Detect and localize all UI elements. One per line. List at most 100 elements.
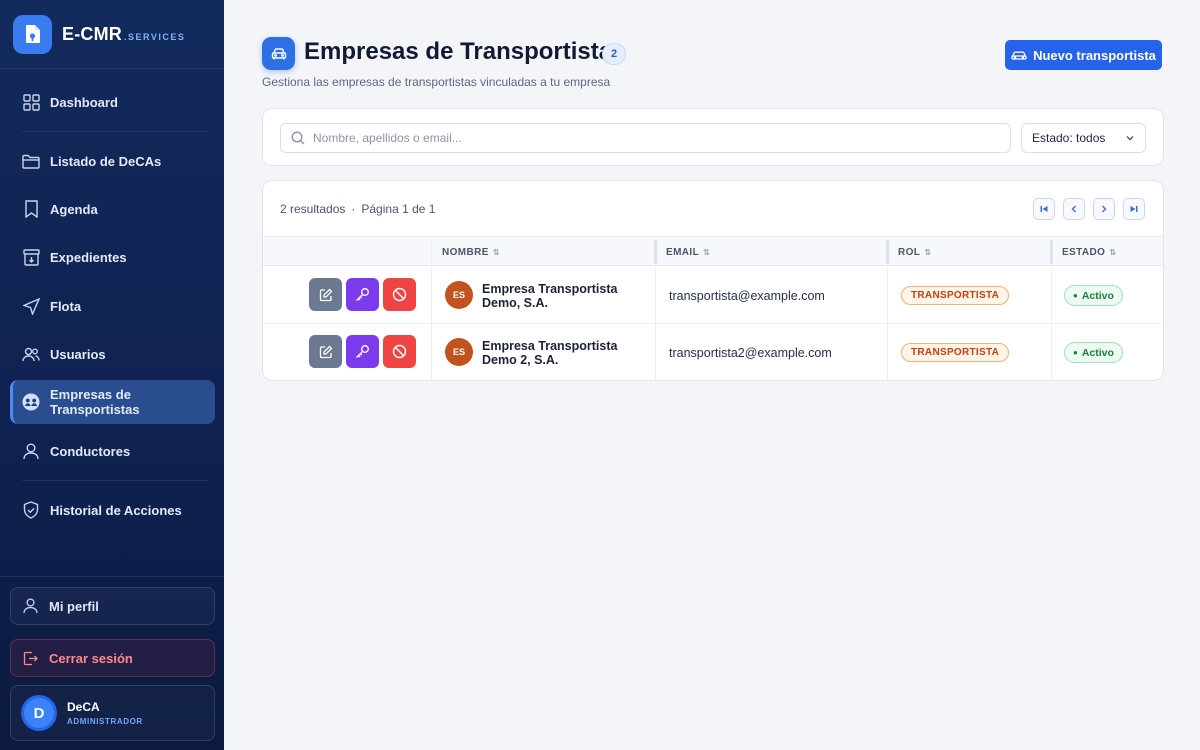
divider <box>22 131 208 132</box>
avatar: D <box>21 695 57 731</box>
first-page-button[interactable] <box>1033 198 1055 220</box>
sidebar-item-label: Dashboard <box>50 94 118 110</box>
user-name: DeCA <box>67 700 100 714</box>
user-info: DeCA ADMINISTRADOR <box>67 700 143 726</box>
brand-suffix: .SERVICES <box>124 32 186 42</box>
sidebar-item-conductores[interactable]: Conductores <box>10 429 215 473</box>
status-dot-icon: ● <box>1073 291 1078 300</box>
sidebar-item-historial[interactable]: Historial de Acciones <box>10 488 215 532</box>
sidebar-item-label: Historial de Acciones <box>50 502 182 518</box>
col-header-rol[interactable]: ROL ⇅ <box>898 237 931 267</box>
status-label: Activo <box>1081 346 1114 359</box>
sort-icon: ⇅ <box>492 247 500 257</box>
col-label: NOMBRE <box>442 246 489 258</box>
shield-icon <box>22 501 40 519</box>
filter-bar: Estado: todos <box>262 108 1164 166</box>
sort-icon: ⇅ <box>924 247 932 257</box>
page-subtitle: Gestiona las empresas de transportistas … <box>262 75 611 89</box>
col-header-nombre[interactable]: NOMBRE ⇅ <box>442 237 500 267</box>
ban-icon <box>392 344 407 359</box>
search-icon <box>291 131 305 145</box>
table-row: ES Empresa Transportista Demo 2, S.A. tr… <box>263 324 1163 380</box>
sidebar-item-usuarios[interactable]: Usuarios <box>10 332 215 376</box>
last-page-icon <box>1130 206 1138 212</box>
company-avatar: ES <box>445 281 473 309</box>
main-content: Empresas de Transportistas 2 Gestiona la… <box>224 0 1200 750</box>
sort-icon: ⇅ <box>1109 247 1117 257</box>
status-filter-select[interactable]: Estado: todos <box>1021 123 1146 153</box>
users-icon <box>22 345 40 363</box>
bookmark-icon <box>22 200 40 218</box>
edit-button[interactable] <box>309 278 342 311</box>
status-badge: ● Activo <box>1064 342 1123 363</box>
profile-button[interactable]: Mi perfil <box>10 587 215 625</box>
user-icon <box>22 442 40 460</box>
edit-button[interactable] <box>309 335 342 368</box>
col-label: EMAIL <box>666 246 700 258</box>
logout-label: Cerrar sesión <box>49 650 133 666</box>
logout-button[interactable]: Cerrar sesión <box>10 639 215 677</box>
page-title: Empresas de Transportistas <box>304 38 626 65</box>
role-badge: TRANSPORTISTA <box>901 343 1010 362</box>
sidebar-item-label: Conductores <box>50 443 131 459</box>
deactivate-button[interactable] <box>383 335 416 368</box>
col-label: ROL <box>898 246 921 258</box>
company-name: Empresa Transportista Demo, S.A. <box>482 282 618 310</box>
sidebar-item-dashboard[interactable]: Dashboard <box>10 80 215 124</box>
divider <box>431 267 432 324</box>
results-count: 2 resultados <box>280 202 346 216</box>
divider <box>655 267 656 324</box>
sidebar-item-flota[interactable]: Flota <box>10 284 215 328</box>
company-name: Empresa Transportista Demo 2, S.A. <box>482 339 618 367</box>
sidebar-item-label: Usuarios <box>50 346 106 362</box>
col-header-estado[interactable]: ESTADO ⇅ <box>1062 237 1116 267</box>
companies-icon <box>22 393 40 411</box>
next-page-button[interactable] <box>1093 198 1115 220</box>
carriers-table: 2 resultados · Página 1 de 1 NOMBRE ⇅ EMAIL… <box>262 180 1164 381</box>
sidebar-item-label: Listado de DeCAs <box>50 153 162 169</box>
sidebar-item-label: Empresas de Transportistas <box>50 387 140 417</box>
reset-password-button[interactable] <box>346 335 379 368</box>
user-icon <box>23 598 39 614</box>
reset-password-button[interactable] <box>346 278 379 311</box>
brand-name: E-CMR <box>62 23 122 44</box>
search-input[interactable] <box>313 131 993 145</box>
car-icon <box>1011 49 1027 61</box>
sidebar-footer: Mi perfil Cerrar sesión D DeCA ADMINISTR… <box>0 576 224 741</box>
sidebar-item-label: Agenda <box>50 201 98 217</box>
company-avatar: ES <box>445 338 473 366</box>
pagination <box>1033 198 1145 220</box>
chevron-left-icon <box>1071 205 1076 213</box>
column-resizer[interactable] <box>886 240 889 264</box>
column-resizer[interactable] <box>1050 240 1053 264</box>
grid-icon <box>22 93 40 111</box>
company-email: transportista@example.com <box>669 289 825 303</box>
status-filter-value: Estado: todos <box>1032 131 1106 145</box>
sidebar-item-agenda[interactable]: Agenda <box>10 187 215 231</box>
navigation-icon <box>22 297 40 315</box>
status-label: Activo <box>1081 289 1114 302</box>
divider <box>887 324 888 380</box>
sidebar-item-empresas[interactable]: Empresas de Transportistas <box>10 380 215 424</box>
logout-icon <box>23 650 39 666</box>
last-page-button[interactable] <box>1123 198 1145 220</box>
profile-label: Mi perfil <box>49 598 99 614</box>
new-carrier-button[interactable]: Nuevo transportista <box>1005 40 1162 70</box>
user-card[interactable]: D DeCA ADMINISTRADOR <box>10 685 215 741</box>
divider <box>431 237 432 267</box>
divider <box>1051 267 1052 324</box>
status-badge: ● Activo <box>1064 285 1123 306</box>
archive-icon <box>22 248 40 266</box>
table-row: ES Empresa Transportista Demo, S.A. tran… <box>263 267 1163 324</box>
sidebar-item-expedientes[interactable]: Expedientes <box>10 235 215 279</box>
column-resizer[interactable] <box>654 240 657 264</box>
divider <box>1051 324 1052 380</box>
status-dot-icon: ● <box>1073 348 1078 357</box>
sidebar-item-decas[interactable]: Listado de DeCAs <box>10 139 215 183</box>
search-box[interactable] <box>280 123 1011 153</box>
deactivate-button[interactable] <box>383 278 416 311</box>
prev-page-button[interactable] <box>1063 198 1085 220</box>
role-badge: TRANSPORTISTA <box>901 286 1010 305</box>
col-header-email[interactable]: EMAIL ⇅ <box>666 237 710 267</box>
sidebar: E-CMR .SERVICES Dashboard Listado de DeC… <box>0 0 224 750</box>
